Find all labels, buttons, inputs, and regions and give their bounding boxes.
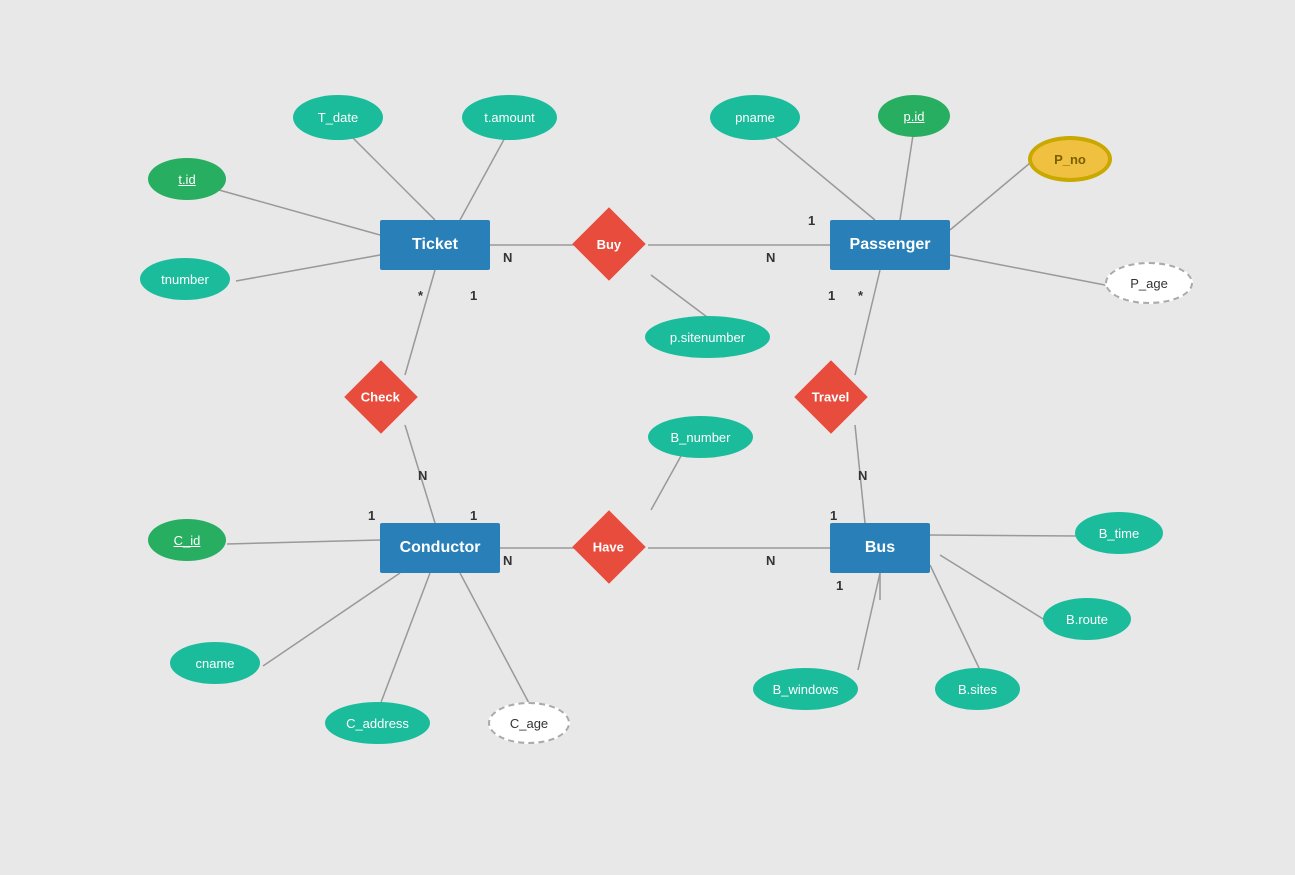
attr-b-time: B_time: [1075, 512, 1163, 554]
relationship-check: Check: [344, 360, 418, 434]
card-travel-passenger-n: N: [858, 468, 867, 483]
rel-check-wrapper: Check: [355, 371, 407, 423]
attr-p-age: P_age: [1105, 262, 1193, 304]
card-have-conductor-n: N: [503, 553, 512, 568]
attr-t-date: T_date: [293, 95, 383, 140]
attr-tnumber: tnumber: [140, 258, 230, 300]
attr-b-route: B.route: [1043, 598, 1131, 640]
attr-t-amount: t.amount: [462, 95, 557, 140]
attr-p-id: p.id: [878, 95, 950, 137]
attr-pname: pname: [710, 95, 800, 140]
relationship-buy: Buy: [572, 207, 646, 281]
attr-cname: cname: [170, 642, 260, 684]
card-buy-passenger-1: 1: [808, 213, 815, 228]
entity-passenger: Passenger: [830, 220, 950, 270]
attr-b-sites: B.sites: [935, 668, 1020, 710]
card-conductor-check-1: 1: [368, 508, 375, 523]
rel-buy-wrapper: Buy: [583, 218, 635, 270]
card-conductor-have-1: 1: [470, 508, 477, 523]
attr-p-sitenumber: p.sitenumber: [645, 316, 770, 358]
card-ticket-check-1: 1: [470, 288, 477, 303]
card-bus-bottom-1: 1: [836, 578, 843, 593]
card-ticket-check-star: *: [418, 288, 423, 303]
attr-c-address: C_address: [325, 702, 430, 744]
card-buy-passenger-n: N: [766, 250, 775, 265]
er-diagram: Ticket Passenger Conductor Bus Buy Check…: [0, 0, 1295, 875]
card-bus-have-1: 1: [830, 508, 837, 523]
attr-t-id: t.id: [148, 158, 226, 200]
relationship-have: Have: [572, 510, 646, 584]
card-passenger-travel-n: *: [858, 288, 863, 303]
card-passenger-travel-1: 1: [828, 288, 835, 303]
relationship-travel: Travel: [794, 360, 868, 434]
entity-conductor: Conductor: [380, 523, 500, 573]
attr-p-no: P_no: [1028, 136, 1112, 182]
card-have-bus-n: N: [766, 553, 775, 568]
attr-b-windows: B_windows: [753, 668, 858, 710]
card-check-conductor-n: N: [418, 468, 427, 483]
rel-travel-wrapper: Travel: [805, 371, 857, 423]
card-buy-ticket: N: [503, 250, 512, 265]
entity-bus: Bus: [830, 523, 930, 573]
attr-b-number: B_number: [648, 416, 753, 458]
attr-c-age: C_age: [488, 702, 570, 744]
rel-have-wrapper: Have: [583, 521, 635, 573]
entity-ticket: Ticket: [380, 220, 490, 270]
attr-c-id: C_id: [148, 519, 226, 561]
